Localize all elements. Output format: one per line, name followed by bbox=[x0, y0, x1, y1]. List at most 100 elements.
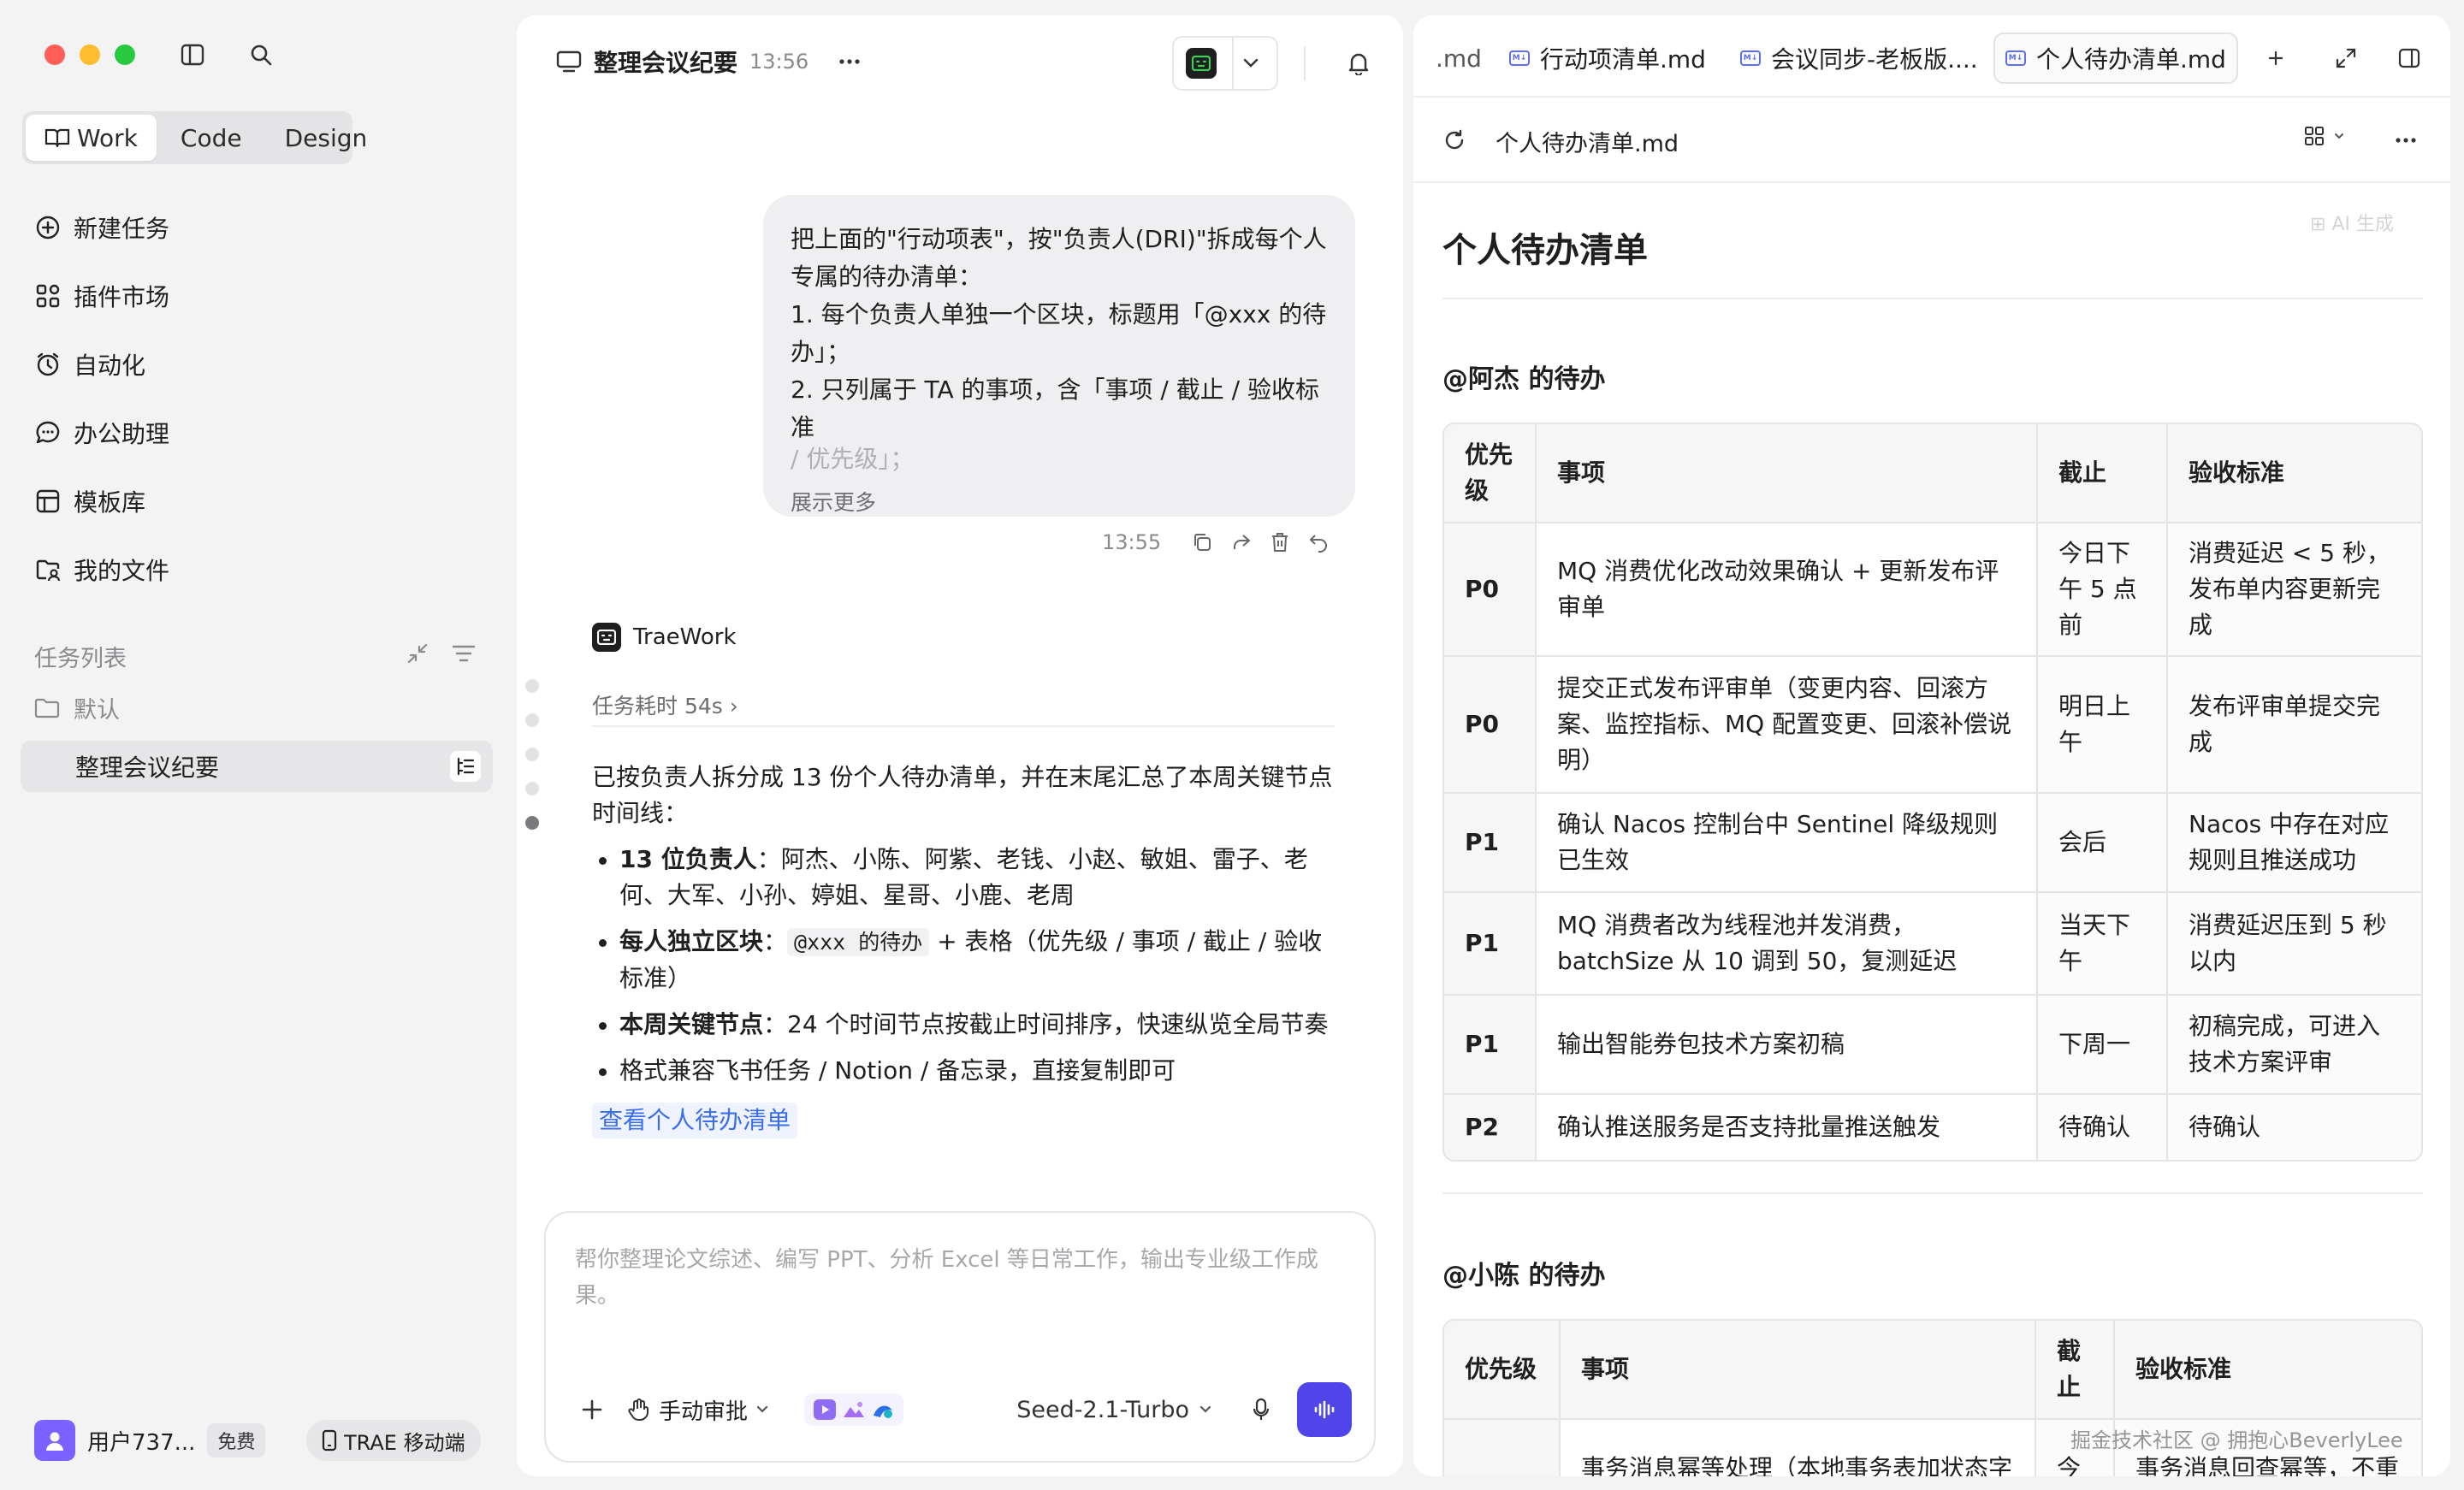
elapsed-label: 任务耗时 54s bbox=[592, 694, 723, 718]
input-toolbar: 手动审批 Seed-2.1-Turbo bbox=[575, 1382, 1352, 1437]
message-line: 专属的待办清单： bbox=[791, 263, 983, 291]
tab-partial[interactable]: .md bbox=[1425, 33, 1492, 84]
window-zoom-button[interactable] bbox=[115, 44, 135, 65]
column-header: 截止 bbox=[2038, 424, 2168, 523]
column-header: 验收标准 bbox=[2115, 1321, 2421, 1420]
mode-tab-code[interactable]: Code bbox=[162, 115, 261, 161]
sidebar-item-new-task[interactable]: 新建任务 bbox=[34, 207, 169, 248]
voice-send-button[interactable] bbox=[1297, 1382, 1352, 1437]
window-minimize-button[interactable] bbox=[80, 44, 100, 65]
sidebar-item-automation[interactable]: 自动化 bbox=[34, 344, 145, 385]
tab-label: 行动项清单.md bbox=[1540, 45, 1706, 74]
scroll-dot[interactable] bbox=[525, 748, 539, 761]
folder-default[interactable]: 默认 bbox=[34, 691, 120, 724]
avatar bbox=[34, 1420, 75, 1461]
priority-cell: P1 bbox=[1444, 794, 1537, 893]
expand-icon[interactable] bbox=[2329, 41, 2363, 75]
copy-icon[interactable] bbox=[1192, 532, 1212, 553]
scroll-indicator[interactable] bbox=[525, 679, 539, 830]
sidebar-item-label: 我的文件 bbox=[74, 557, 170, 585]
priority-cell: P1 bbox=[1444, 893, 1537, 996]
scroll-dot[interactable] bbox=[525, 782, 539, 795]
sidebar-item-my-files[interactable]: 我的文件 bbox=[34, 549, 169, 590]
sidebar-item-label: 新建任务 bbox=[74, 215, 170, 243]
design-icon bbox=[871, 1398, 895, 1421]
bell-icon[interactable] bbox=[1343, 48, 1374, 79]
mode-tab-label: Code bbox=[180, 123, 242, 152]
panel-toggle-icon[interactable] bbox=[2392, 41, 2426, 75]
approval-selector[interactable]: 手动审批 bbox=[628, 1394, 768, 1426]
tab-label: .md bbox=[1436, 44, 1482, 73]
sidebar-item-plugin-market[interactable]: 插件市场 bbox=[34, 275, 169, 316]
collapse-icon[interactable] bbox=[404, 640, 431, 667]
sidebar-item-templates[interactable]: 模板库 bbox=[34, 481, 145, 522]
clock-icon bbox=[34, 351, 62, 378]
image-icon bbox=[842, 1398, 866, 1421]
tab-action-items[interactable]: M↓ 行动项清单.md bbox=[1499, 33, 1716, 84]
tab-meeting-sync[interactable]: M↓ 会议同步-老板版.... bbox=[1730, 33, 1988, 84]
model-label: Seed-2.1-Turbo bbox=[1016, 1396, 1189, 1423]
sidebar-toggle-icon[interactable] bbox=[178, 41, 207, 68]
column-header: 事项 bbox=[1561, 1321, 2036, 1420]
chat-input[interactable]: 帮你整理论文综述、编写 PPT、分析 Excel 等日常工作，输出专业级工作成果… bbox=[544, 1211, 1376, 1463]
view-mode-selector[interactable] bbox=[2303, 125, 2344, 147]
microphone-icon[interactable] bbox=[1244, 1392, 1278, 1427]
traework-logo-icon bbox=[592, 623, 621, 652]
apps-icon bbox=[34, 282, 62, 310]
grid-icon bbox=[2303, 125, 2325, 147]
sidebar-item-label: 自动化 bbox=[74, 352, 146, 380]
priority-cell: P0 bbox=[1444, 1420, 1561, 1476]
deadline-cell: 会后 bbox=[2038, 794, 2168, 893]
delete-icon[interactable] bbox=[1270, 532, 1289, 553]
column-header: 事项 bbox=[1537, 424, 2038, 523]
media-tools[interactable] bbox=[804, 1393, 904, 1426]
watermark: 掘金技术社区 @ 拥抱心BeverlyLee bbox=[2070, 1428, 2403, 1452]
chevron-down-icon bbox=[1234, 58, 1268, 68]
sidebar-item-label: 办公助理 bbox=[74, 420, 170, 448]
mode-tab-work[interactable]: Work bbox=[26, 115, 157, 161]
mode-tab-design[interactable]: Design bbox=[266, 115, 387, 161]
task-cell: MQ 消费者改为线程池并发消费，batchSize 从 10 调到 50，复测延… bbox=[1537, 893, 2038, 996]
refresh-icon[interactable] bbox=[1439, 125, 1470, 156]
search-icon[interactable] bbox=[246, 41, 275, 68]
tab-personal-todo[interactable]: M↓ 个人待办清单.md bbox=[1993, 33, 2238, 84]
monitor-icon bbox=[556, 50, 582, 74]
show-more-link[interactable]: 展示更多 bbox=[791, 484, 1328, 522]
task-list-icon[interactable] bbox=[450, 751, 481, 782]
file-name: 个人待办清单.md bbox=[1496, 131, 1679, 157]
criteria-cell: Nacos 中存在对应规则且推送成功 bbox=[2168, 794, 2421, 893]
sidebar-item-office-assistant[interactable]: 办公助理 bbox=[34, 412, 169, 453]
filter-icon[interactable] bbox=[450, 640, 477, 667]
view-todo-link[interactable]: 查看个人待办清单 bbox=[592, 1103, 798, 1138]
user-account[interactable]: 用户737... 免费 bbox=[34, 1420, 266, 1461]
agent-selector[interactable] bbox=[1172, 36, 1278, 91]
new-tab-icon[interactable] bbox=[2259, 41, 2293, 75]
more-icon[interactable] bbox=[2389, 125, 2423, 156]
scroll-dot[interactable] bbox=[525, 713, 539, 727]
table-row: P0 提交正式发布评审单（变更内容、回滚方案、监控指标、MQ 配置变更、回滚补偿… bbox=[1444, 657, 2421, 794]
undo-icon[interactable] bbox=[1308, 532, 1329, 553]
mobile-app-button[interactable]: TRAE 移动端 bbox=[306, 1420, 481, 1461]
document-title: 个人待办清单 bbox=[1442, 231, 1648, 270]
scroll-dot[interactable] bbox=[525, 679, 539, 693]
user-name: 用户737... bbox=[87, 1429, 196, 1456]
share-icon[interactable] bbox=[1231, 532, 1252, 553]
section-heading: @小陈 的待办 bbox=[1442, 1261, 1606, 1291]
input-placeholder[interactable]: 帮你整理论文综述、编写 PPT、分析 Excel 等日常工作，输出专业级工作成果… bbox=[575, 1242, 1345, 1314]
elapsed-time[interactable]: 任务耗时 54s › bbox=[592, 689, 738, 720]
task-list-label: 任务列表 bbox=[34, 646, 127, 672]
window-close-button[interactable] bbox=[44, 44, 65, 65]
mobile-app-label: TRAE 移动端 bbox=[344, 1430, 465, 1455]
add-icon[interactable] bbox=[575, 1392, 609, 1427]
deadline-cell: 下周一 bbox=[2038, 996, 2168, 1095]
more-icon[interactable] bbox=[832, 44, 867, 79]
approval-label: 手动审批 bbox=[659, 1398, 749, 1425]
scroll-dot-active[interactable] bbox=[525, 816, 539, 830]
chat-panel: 整理会议纪要 13:56 把上面的"行动项表"，按"负责人(DRI)"拆成每个人… bbox=[517, 15, 1403, 1476]
message-line-faded: / 优先级」； bbox=[791, 445, 915, 473]
column-header: 截止 bbox=[2036, 1321, 2115, 1420]
criteria-cell: 发布评审单提交完成 bbox=[2168, 657, 2421, 794]
markdown-file-icon: M↓ bbox=[1740, 50, 1761, 66]
task-item-meeting-notes[interactable]: 整理会议纪要 bbox=[21, 741, 493, 792]
model-selector[interactable]: Seed-2.1-Turbo bbox=[1016, 1397, 1211, 1423]
